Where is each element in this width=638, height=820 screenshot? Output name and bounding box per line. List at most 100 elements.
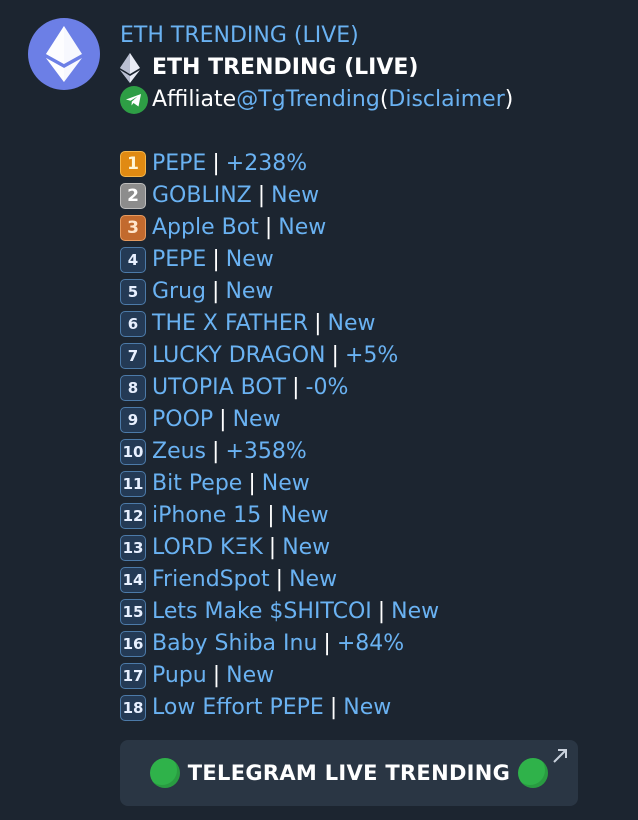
trending-list-item: 9 POOP | New xyxy=(120,404,620,436)
telegram-live-trending-button[interactable]: TELEGRAM LIVE TRENDING xyxy=(120,740,578,806)
channel-avatar[interactable] xyxy=(28,18,100,90)
token-change-link[interactable]: New xyxy=(281,500,329,532)
separator: | xyxy=(212,663,221,688)
message-title: ETH TRENDING (LIVE) xyxy=(152,55,419,80)
token-name-link[interactable]: THE X FATHER xyxy=(152,308,308,340)
token-change-link[interactable]: +5% xyxy=(345,340,398,372)
separator: | xyxy=(314,311,322,336)
trending-list-item: 17 Pupu | New xyxy=(120,660,620,692)
token-change-link[interactable]: New xyxy=(278,212,326,244)
message-title-line: ETH TRENDING (LIVE) xyxy=(120,52,620,84)
token-change-link[interactable]: New xyxy=(289,564,337,596)
rank-badge: 10 xyxy=(120,439,146,465)
token-name-link[interactable]: FriendSpot xyxy=(152,564,270,596)
ethereum-diamond-icon xyxy=(120,53,152,83)
token-change-link[interactable]: New xyxy=(343,692,391,724)
close-paren: ) xyxy=(504,87,514,112)
token-change-link[interactable]: New xyxy=(262,468,310,500)
token-name-link[interactable]: Grug xyxy=(152,276,206,308)
rank-badge: 7 xyxy=(120,343,146,369)
channel-name[interactable]: ETH TRENDING (LIVE) xyxy=(120,20,620,52)
token-change-link[interactable]: New xyxy=(226,244,274,276)
token-name-link[interactable]: POOP xyxy=(152,404,213,436)
rank-badge: 2 xyxy=(120,183,146,209)
rank-10-icon: 10 xyxy=(120,438,152,466)
telegram-icon xyxy=(120,86,152,114)
open-paren: ( xyxy=(379,87,389,112)
ethereum-icon xyxy=(46,26,82,82)
trending-list-item: 2 GOBLINZ | New xyxy=(120,180,620,212)
token-change-link[interactable]: New xyxy=(328,308,376,340)
rank-8-icon: 8 xyxy=(120,374,152,402)
rank-2-icon: 2 xyxy=(120,182,152,210)
trending-list-item: 6 THE X FATHER | New xyxy=(120,308,620,340)
rank-17-icon: 17 xyxy=(120,662,152,690)
token-change-link[interactable]: New xyxy=(391,596,439,628)
affiliate-handle-link[interactable]: @TgTrending xyxy=(236,84,380,116)
rank-badge: 12 xyxy=(120,503,146,529)
token-name-link[interactable]: LUCKY DRAGON xyxy=(152,340,326,372)
token-name-link[interactable]: Pupu xyxy=(152,660,207,692)
affiliate-line: Affiliate @TgTrending (Disclaimer) xyxy=(120,84,620,116)
rank-12-icon: 12 xyxy=(120,502,152,530)
rank-badge: 4 xyxy=(120,247,146,273)
separator: | xyxy=(331,343,339,368)
disclaimer-link[interactable]: Disclaimer xyxy=(388,84,504,116)
token-name-link[interactable]: Zeus xyxy=(152,436,206,468)
token-name-link[interactable]: GOBLINZ xyxy=(152,180,252,212)
trending-list-item: 8 UTOPIA BOT | -0% xyxy=(120,372,620,404)
rank-badge: 6 xyxy=(120,311,146,337)
affiliate-prefix: Affiliate xyxy=(152,87,237,112)
token-name-link[interactable]: Bit Pepe xyxy=(152,468,242,500)
rank-16-icon: 16 xyxy=(120,630,152,658)
trending-list-item: 4 PEPE | New xyxy=(120,244,620,276)
rank-4-icon: 4 xyxy=(120,246,152,274)
rank-badge: 16 xyxy=(120,631,146,657)
token-change-link[interactable]: -0% xyxy=(306,372,349,404)
trending-list-item: 18 Low Effort PEPE | New xyxy=(120,692,620,724)
token-change-link[interactable]: New xyxy=(225,276,273,308)
token-name-link[interactable]: LORD KΞK xyxy=(152,532,263,564)
trending-list-item: 13 LORD KΞK | New xyxy=(120,532,620,564)
separator: | xyxy=(212,279,220,304)
token-name-link[interactable]: Baby Shiba Inu xyxy=(152,628,317,660)
token-name-link[interactable]: Apple Bot xyxy=(152,212,259,244)
rank-9-icon: 9 xyxy=(120,406,152,434)
token-change-link[interactable]: New xyxy=(226,660,274,692)
rank-badge: 15 xyxy=(120,599,146,625)
token-name-link[interactable]: Lets Make $SHITCOI xyxy=(152,596,372,628)
rank-badge: 3 xyxy=(120,215,146,241)
rank-badge: 17 xyxy=(120,663,146,689)
rank-18-icon: 18 xyxy=(120,694,152,722)
separator: | xyxy=(292,375,300,400)
separator: | xyxy=(377,599,386,624)
separator: | xyxy=(212,439,220,464)
token-change-link[interactable]: +84% xyxy=(337,628,404,660)
rank-3-icon: 3 xyxy=(120,214,152,242)
rank-badge: 1 xyxy=(120,151,146,177)
token-name-link[interactable]: PEPE xyxy=(152,244,206,276)
separator: | xyxy=(212,151,220,176)
rank-6-icon: 6 xyxy=(120,310,152,338)
token-name-link[interactable]: UTOPIA BOT xyxy=(152,372,286,404)
token-name-link[interactable]: PEPE xyxy=(152,148,206,180)
separator: | xyxy=(267,503,275,528)
button-label: TELEGRAM LIVE TRENDING xyxy=(187,761,511,785)
token-name-link[interactable]: iPhone 15 xyxy=(152,500,261,532)
token-name-link[interactable]: Low Effort PEPE xyxy=(152,692,324,724)
token-change-link[interactable]: New xyxy=(282,532,330,564)
separator: | xyxy=(248,471,256,496)
separator: | xyxy=(219,407,227,432)
trending-list-item: 14 FriendSpot | New xyxy=(120,564,620,596)
token-change-link[interactable]: New xyxy=(233,404,281,436)
token-change-link[interactable]: +358% xyxy=(225,436,306,468)
token-change-link[interactable]: +238% xyxy=(226,148,307,180)
trending-list-item: 7 LUCKY DRAGON | +5% xyxy=(120,340,620,372)
rank-13-icon: 13 xyxy=(120,534,152,562)
token-change-link[interactable]: New xyxy=(271,180,319,212)
external-link-arrow-icon xyxy=(553,749,567,763)
separator: | xyxy=(323,631,331,656)
rank-5-icon: 5 xyxy=(120,278,152,306)
trending-list-item: 1 PEPE | +238% xyxy=(120,148,620,180)
